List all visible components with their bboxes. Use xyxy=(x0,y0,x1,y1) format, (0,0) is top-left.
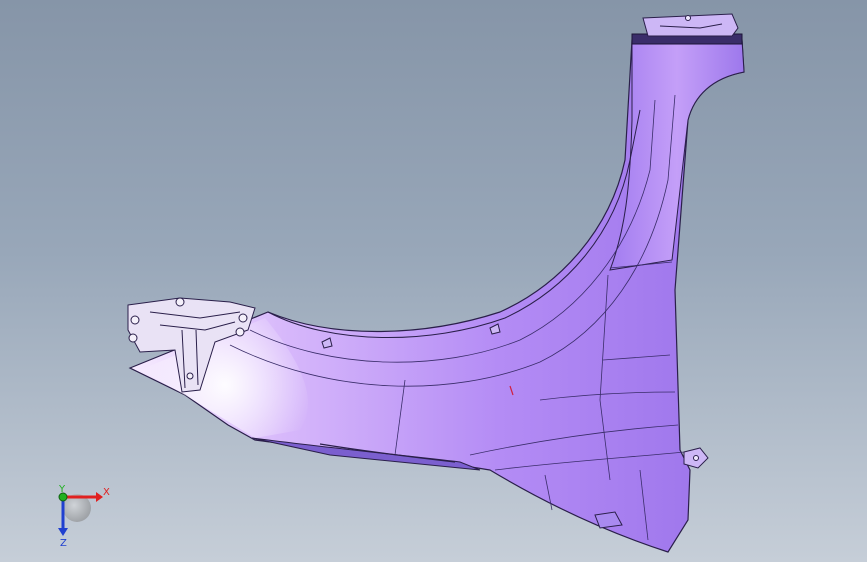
z-axis-arrow xyxy=(58,528,68,536)
fender-model[interactable] xyxy=(0,0,867,562)
y-axis-label: Y xyxy=(58,484,66,495)
x-axis-label: X xyxy=(103,487,110,498)
x-axis-arrow xyxy=(96,492,103,502)
z-axis-label: Z xyxy=(60,538,67,549)
axis-triad[interactable]: X Y Z xyxy=(45,480,115,550)
3d-viewport[interactable]: X Y Z xyxy=(0,0,867,562)
side-tab-hole xyxy=(693,455,699,461)
top-bracket-hole xyxy=(685,15,691,21)
